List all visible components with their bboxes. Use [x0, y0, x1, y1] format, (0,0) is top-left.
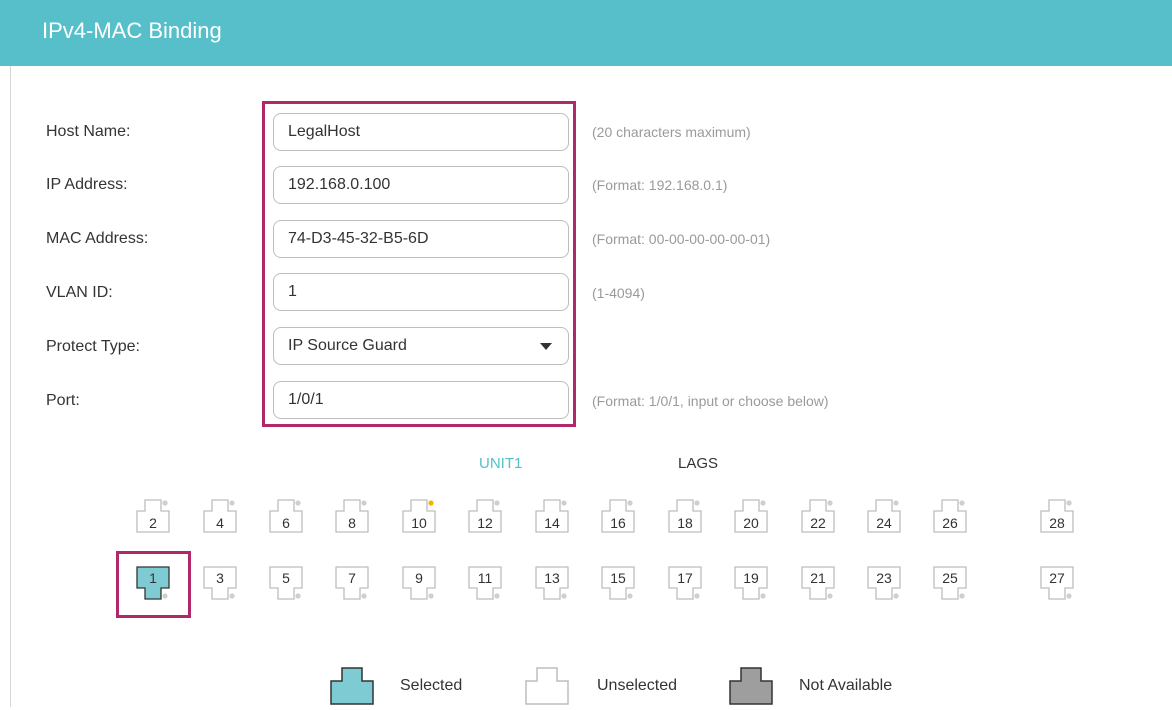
port-22[interactable]: 22: [801, 499, 835, 533]
port-number: 9: [415, 570, 423, 586]
port-20[interactable]: 20: [734, 499, 768, 533]
port-number: 22: [810, 515, 826, 531]
port-3[interactable]: 3: [203, 566, 237, 600]
port-6[interactable]: 6: [269, 499, 303, 533]
ip-address-hint: (Format: 192.168.0.1): [592, 177, 728, 193]
selected-legend-label: Selected: [400, 677, 463, 694]
port-28[interactable]: 28: [1040, 499, 1074, 533]
port-9[interactable]: 9: [402, 566, 436, 600]
port-8[interactable]: 8: [335, 499, 369, 533]
port-number: 11: [477, 570, 493, 586]
port-number: 24: [876, 515, 892, 531]
port-25[interactable]: 25: [933, 566, 967, 600]
port-number: 19: [743, 570, 759, 586]
port-number: 6: [282, 515, 290, 531]
port-number: 3: [216, 570, 224, 586]
port-number: 15: [610, 570, 626, 586]
form-highlight-box: [262, 101, 576, 427]
host-name-label: Host Name:: [46, 123, 131, 140]
port-number: 16: [610, 515, 626, 531]
port-number: 7: [348, 570, 356, 586]
port-number: 23: [876, 570, 892, 586]
port-16[interactable]: 16: [601, 499, 635, 533]
port-number: 17: [677, 570, 693, 586]
port-number: 18: [677, 515, 693, 531]
port-2[interactable]: 2: [136, 499, 170, 533]
tab-unit1[interactable]: UNIT1: [479, 455, 522, 472]
port-number: 27: [1049, 570, 1065, 586]
port-number: 5: [282, 570, 290, 586]
port-number: 12: [477, 515, 493, 531]
port-label: Port:: [46, 392, 80, 409]
port-14[interactable]: 14: [535, 499, 569, 533]
port-12[interactable]: 12: [468, 499, 502, 533]
page-title: IPv4-MAC Binding: [42, 18, 222, 43]
port-4[interactable]: 4: [203, 499, 237, 533]
unselected-legend-label: Unselected: [597, 677, 678, 694]
not-available-legend-label: Not Available: [799, 677, 893, 694]
port-26[interactable]: 26: [933, 499, 967, 533]
selected-port-highlight: [116, 551, 191, 618]
port-19[interactable]: 19: [734, 566, 768, 600]
port-number: 8: [348, 515, 356, 531]
port-5[interactable]: 5: [269, 566, 303, 600]
port-15[interactable]: 15: [601, 566, 635, 600]
port-23[interactable]: 23: [867, 566, 901, 600]
vlan-id-label: VLAN ID:: [46, 284, 113, 301]
not-available-legend-icon: [729, 667, 773, 710]
port-10[interactable]: 10: [402, 499, 436, 533]
port-number: 28: [1049, 515, 1065, 531]
port-number: 10: [411, 515, 427, 531]
tab-lags[interactable]: LAGS: [678, 455, 718, 472]
port-hint: (Format: 1/0/1, input or choose below): [592, 393, 829, 409]
port-24[interactable]: 24: [867, 499, 901, 533]
ip-address-label: IP Address:: [46, 176, 128, 193]
mac-address-label: MAC Address:: [46, 230, 149, 247]
port-18[interactable]: 18: [668, 499, 702, 533]
port-number: 14: [544, 515, 560, 531]
unselected-legend-icon: [525, 667, 569, 710]
port-13[interactable]: 13: [535, 566, 569, 600]
port-number: 4: [216, 515, 224, 531]
port-27[interactable]: 27: [1040, 566, 1074, 600]
selected-legend-icon: [330, 667, 374, 710]
protect-type-label: Protect Type:: [46, 338, 140, 355]
port-17[interactable]: 17: [668, 566, 702, 600]
page-header: IPv4-MAC Binding: [0, 0, 1172, 66]
vlan-id-hint: (1-4094): [592, 285, 645, 301]
port-11[interactable]: 11: [468, 566, 502, 600]
content-left-border: [10, 66, 11, 707]
port-number: 13: [544, 570, 560, 586]
port-number: 2: [149, 515, 157, 531]
port-number: 21: [810, 570, 826, 586]
port-number: 26: [942, 515, 958, 531]
port-7[interactable]: 7: [335, 566, 369, 600]
port-number: 25: [942, 570, 958, 586]
mac-address-hint: (Format: 00-00-00-00-00-01): [592, 231, 771, 247]
host-name-hint: (20 characters maximum): [592, 124, 751, 140]
port-21[interactable]: 21: [801, 566, 835, 600]
port-number: 20: [743, 515, 759, 531]
